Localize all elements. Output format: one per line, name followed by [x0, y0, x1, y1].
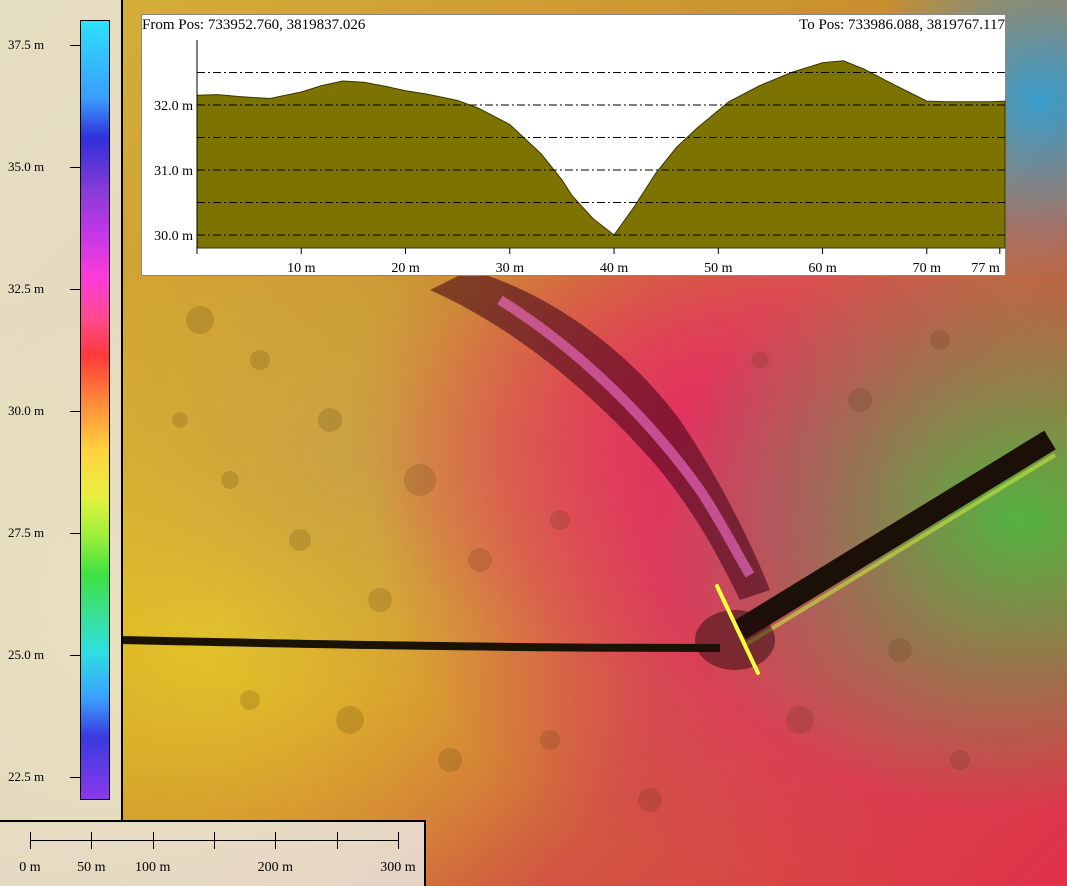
y-tick-label: 32.0 m	[154, 99, 193, 114]
scale-label: 200 m	[257, 860, 294, 875]
legend-label: 30.0 m	[8, 403, 45, 418]
profile-area	[196, 60, 1006, 249]
elevation-profile-chart: 30.0 m 31.0 m 32.0 m 10 m 20 m 30 m 40 m 50 m 6…	[154, 40, 1006, 276]
scale-tick	[336, 832, 338, 849]
scale-tick	[30, 832, 31, 849]
legend-tick	[70, 777, 80, 778]
drainage-ditch-east	[734, 430, 1056, 640]
legend-tick	[70, 289, 80, 290]
profile-x-axis: 10 m 20 m 30 m 40 m 50 m 60 m 70 m 77 m	[287, 248, 1001, 276]
x-tick-label: 10 m	[287, 261, 316, 276]
x-tick-label: 50 m	[704, 261, 733, 276]
elevation-legend: 37.5 m 35.0 m 32.5 m 30.0 m 27.5 m 25.0 …	[0, 0, 123, 820]
x-tick-label: 20 m	[391, 261, 420, 276]
legend-label: 37.5 m	[8, 37, 45, 52]
scale-label: 100 m	[134, 860, 171, 875]
x-tick-label: 77 m	[971, 261, 1000, 276]
legend-label: 25.0 m	[8, 647, 45, 662]
scale-tick	[91, 832, 93, 849]
crossing-shadow	[695, 610, 775, 670]
scale-tick	[398, 832, 399, 849]
legend-label: 35.0 m	[8, 159, 45, 174]
profile-y-axis: 30.0 m 31.0 m 32.0 m	[154, 99, 193, 244]
legend-tick	[70, 411, 80, 412]
legend-label: 22.5 m	[8, 769, 45, 784]
scale-label: 0 m	[19, 860, 41, 875]
legend-tick	[70, 45, 80, 46]
drainage-ditch-east-edge	[743, 453, 1057, 647]
scale-label: 300 m	[380, 860, 416, 875]
legend-tick	[70, 655, 80, 656]
scale-tick	[214, 832, 215, 849]
legend-tick	[70, 167, 80, 168]
legend-label: 32.5 m	[8, 281, 45, 296]
x-tick-label: 30 m	[496, 261, 524, 276]
elevation-profile-panel: From Pos: 733952.760, 3819837.026 To Pos…	[141, 14, 1006, 276]
scale-tick	[275, 832, 277, 849]
scale-tick	[152, 832, 154, 849]
scale-bar: 0 m 50 m 100 m 200 m 300 m	[0, 820, 426, 886]
legend-tick	[70, 533, 80, 534]
legend-label: 27.5 m	[8, 525, 45, 540]
scale-label: 50 m	[77, 860, 106, 875]
drainage-ditch-west	[120, 636, 721, 652]
x-tick-label: 40 m	[600, 261, 629, 276]
y-tick-label: 31.0 m	[154, 164, 193, 179]
elevation-color-bar	[80, 20, 110, 800]
x-tick-label: 70 m	[913, 261, 942, 276]
x-tick-label: 60 m	[808, 261, 837, 276]
y-tick-label: 30.0 m	[154, 229, 193, 244]
